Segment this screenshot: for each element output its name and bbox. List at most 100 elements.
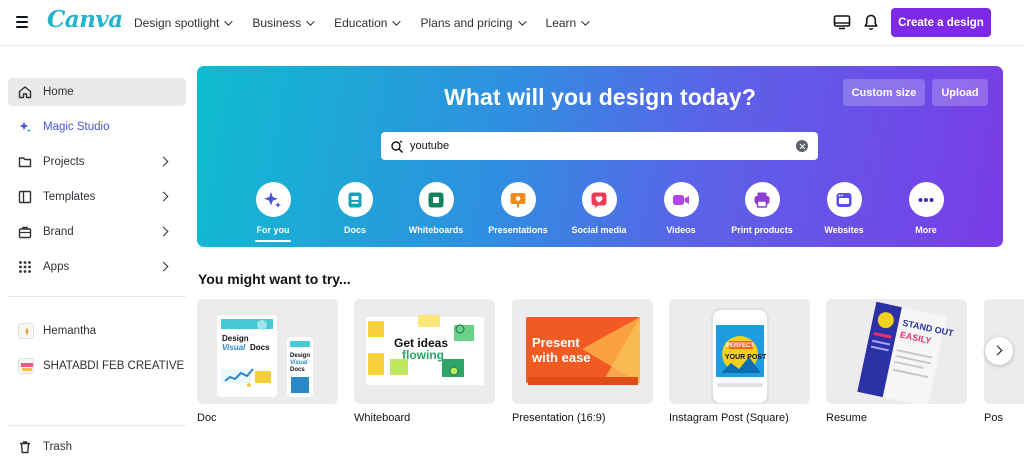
create-design-button[interactable]: Create a design: [891, 8, 991, 37]
category-label: Whiteboards: [408, 225, 464, 235]
category-more[interactable]: More: [886, 182, 966, 235]
category-social-media[interactable]: Social media: [559, 182, 639, 235]
sidebar-item-magic-studio[interactable]: Magic Studio: [8, 113, 186, 141]
category-label: More: [915, 225, 937, 235]
template-card-doc[interactable]: Design Visual Docs Design Visual Docs Do…: [197, 299, 338, 424]
nav-learn[interactable]: Learn: [545, 16, 590, 30]
card-thumbnail: PERFECT YOUR POST: [669, 299, 810, 404]
category-docs[interactable]: Docs: [315, 182, 395, 235]
template-card-resume[interactable]: STAND OUT EASILY Resume: [826, 299, 967, 424]
card-thumbnail: STAND OUT EASILY: [826, 299, 967, 404]
nav-label: Plans and pricing: [420, 16, 513, 30]
sidebar-item-trash[interactable]: Trash: [8, 433, 186, 461]
upload-button[interactable]: Upload: [932, 79, 988, 106]
nav-label: Learn: [545, 16, 577, 30]
svg-text:Docs: Docs: [290, 367, 305, 373]
sidebar-team-hemantha[interactable]: Hemantha: [8, 317, 186, 345]
chevron-down-icon: [392, 17, 402, 26]
sidebar-item-brand[interactable]: Brand: [8, 218, 186, 246]
video-icon: [663, 182, 699, 217]
svg-text:Docs: Docs: [250, 343, 270, 352]
category-for-you[interactable]: For you: [233, 182, 313, 242]
card-thumbnail: Present with ease: [512, 299, 653, 404]
nav-label: Business: [252, 16, 302, 30]
chevron-down-icon: [306, 17, 315, 26]
svg-text:with ease: with ease: [531, 350, 591, 365]
card-label: Pos: [984, 412, 1003, 424]
category-label: Presentations: [488, 225, 548, 235]
hero-banner: What will you design today? Custom size …: [197, 66, 1003, 247]
print-icon: [744, 182, 780, 217]
team-avatar: [18, 323, 34, 339]
nav-plans-pricing[interactable]: Plans and pricing: [420, 16, 527, 30]
svg-text:flowing: flowing: [402, 348, 444, 362]
notifications-bell-icon[interactable]: [862, 13, 880, 31]
sidebar-item-label: Projects: [43, 156, 85, 168]
hamburger-menu-icon[interactable]: [16, 16, 28, 28]
nav-education[interactable]: Education: [334, 16, 402, 30]
nav-business[interactable]: Business: [252, 16, 315, 30]
chevron-down-icon: [517, 17, 527, 26]
card-label: Doc: [197, 412, 217, 424]
nav-design-spotlight[interactable]: Design spotlight: [134, 16, 234, 30]
chevron-down-icon: [224, 17, 234, 26]
sidebar-team-shatabdi[interactable]: SHATABDI FEB CREATIVE: [8, 352, 186, 380]
carousel-next-icon[interactable]: [985, 337, 1013, 365]
briefcase-icon: [18, 225, 32, 239]
main-nav: Design spotlight Business Education Plan…: [134, 0, 609, 46]
template-card-presentation[interactable]: Present with ease Presentation (16:9): [512, 299, 653, 424]
category-presentations[interactable]: Presentations: [478, 182, 558, 235]
sidebar-item-label: Home: [43, 86, 74, 98]
chevron-right-icon: [158, 191, 169, 202]
search-input[interactable]: [410, 136, 790, 156]
category-label: For you: [256, 225, 290, 235]
canva-logo[interactable]: Canva: [47, 6, 123, 33]
category-label: Websites: [824, 225, 864, 235]
apps-grid-icon: [18, 260, 32, 274]
team-label: Hemantha: [43, 325, 97, 337]
sidebar-item-templates[interactable]: Templates: [8, 183, 186, 211]
svg-text:Design: Design: [222, 334, 249, 343]
card-thumbnail: Get ideas flowing: [354, 299, 495, 404]
design-search-bar: [381, 132, 818, 160]
sidebar-item-projects[interactable]: Projects: [8, 148, 186, 176]
sidebar-item-label: Templates: [43, 191, 96, 203]
category-whiteboards[interactable]: Whiteboards: [396, 182, 476, 235]
category-websites[interactable]: Websites: [804, 182, 884, 235]
website-icon: [826, 182, 862, 217]
heart-icon: [581, 182, 617, 217]
sidebar-item-apps[interactable]: Apps: [8, 253, 186, 281]
sidebar-divider: [8, 425, 186, 426]
desktop-app-icon[interactable]: [833, 13, 851, 31]
template-card-whiteboard[interactable]: Get ideas flowing Whiteboard: [354, 299, 495, 424]
card-thumbnail: Design Visual Docs Design Visual Docs: [197, 299, 338, 404]
category-label: Print products: [731, 225, 793, 235]
presentation-icon: [500, 182, 536, 217]
custom-size-button[interactable]: Custom size: [843, 79, 925, 106]
category-label: Videos: [666, 225, 696, 235]
card-label: Presentation (16:9): [512, 412, 606, 424]
category-print-products[interactable]: Print products: [722, 182, 802, 235]
sidebar-item-label: Magic Studio: [43, 121, 110, 133]
sidebar-item-home[interactable]: Home: [8, 78, 186, 106]
trash-icon: [18, 440, 32, 454]
card-label: Resume: [826, 412, 867, 424]
whiteboard-icon: [418, 182, 454, 217]
sidebar-item-label: Apps: [43, 261, 70, 273]
chevron-right-icon: [158, 156, 169, 167]
sparkle-icon: [255, 182, 291, 217]
chevron-right-icon: [158, 261, 169, 272]
card-label: Instagram Post (Square): [669, 412, 789, 424]
templates-icon: [18, 190, 32, 204]
doc-icon: [337, 182, 373, 217]
chevron-down-icon: [581, 17, 590, 26]
sparkle-icon: [18, 120, 32, 134]
card-label: Whiteboard: [354, 412, 411, 424]
category-videos[interactable]: Videos: [641, 182, 721, 235]
folder-icon: [18, 155, 32, 169]
home-icon: [18, 85, 32, 99]
sidebar: Home Magic Studio Projects Templates Bra…: [0, 47, 194, 466]
template-card-instagram-post[interactable]: PERFECT YOUR POST Instagram Post (Square…: [669, 299, 810, 424]
sidebar-divider: [8, 296, 186, 297]
clear-search-icon[interactable]: [796, 140, 808, 152]
